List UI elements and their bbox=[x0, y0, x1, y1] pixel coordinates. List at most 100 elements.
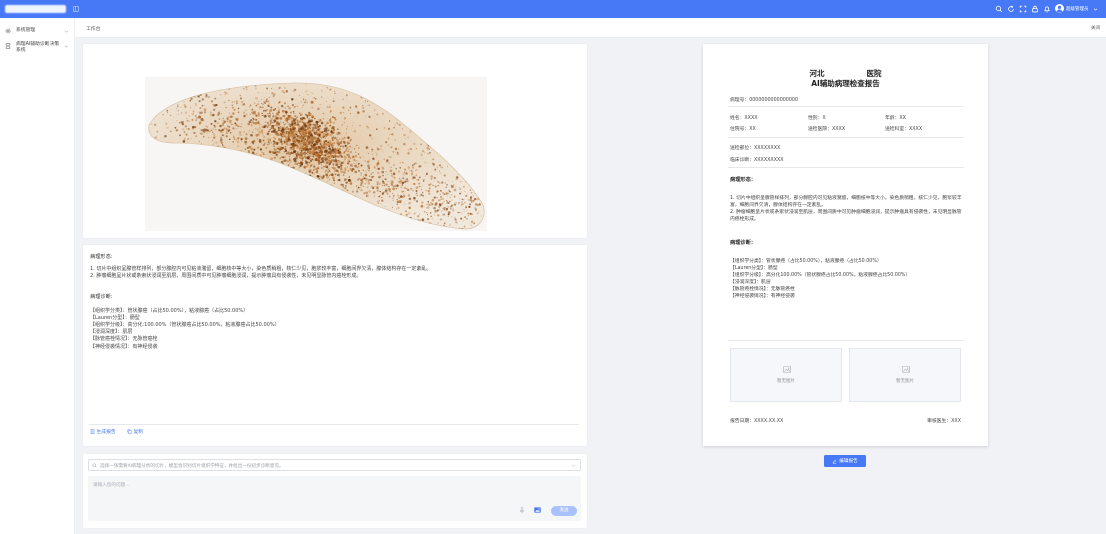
stain-dot bbox=[222, 117, 224, 120]
stain-dot bbox=[404, 138, 406, 140]
stain-dot bbox=[284, 149, 288, 153]
stain-dot bbox=[202, 135, 205, 138]
refresh-icon[interactable] bbox=[1007, 5, 1015, 13]
stain-dot bbox=[443, 206, 446, 209]
stain-dot bbox=[300, 161, 304, 165]
tab-workbench[interactable]: 工作台 bbox=[86, 25, 100, 32]
stain-dot bbox=[280, 129, 283, 133]
stain-dot bbox=[342, 162, 345, 164]
stain-dot bbox=[388, 120, 391, 122]
stain-dot bbox=[267, 137, 269, 139]
bell-icon[interactable] bbox=[1043, 5, 1051, 13]
stain-dot bbox=[280, 121, 282, 123]
stain-dot bbox=[224, 93, 226, 95]
close-tabs-button[interactable]: 关闭 bbox=[1091, 25, 1100, 31]
stain-dot bbox=[214, 97, 217, 100]
report-image-slot[interactable]: 暂无图片 bbox=[849, 348, 961, 402]
generate-report-button[interactable]: 生成报告 bbox=[90, 428, 116, 435]
stain-dot bbox=[438, 170, 440, 172]
stain-dot bbox=[283, 142, 285, 145]
stain-dot bbox=[456, 178, 458, 181]
chevron-down-icon[interactable] bbox=[1093, 7, 1098, 12]
stain-dot bbox=[357, 147, 360, 149]
sidebar-item-pathology-ai[interactable]: 病理AI辅助诊断决策系统 bbox=[0, 40, 74, 60]
stain-dot bbox=[263, 97, 265, 99]
report-image-slot[interactable]: 暂无图片 bbox=[730, 348, 842, 402]
stain-dot bbox=[265, 110, 267, 111]
stain-dot bbox=[395, 170, 397, 172]
diagnosis-line: 【组织学分类】：管状腺癌（占比50.00%），粘液腺癌（占比50.00%） bbox=[90, 307, 249, 314]
stain-dot bbox=[418, 182, 421, 185]
image-placeholder-icon bbox=[783, 366, 791, 373]
stain-dot bbox=[288, 107, 291, 110]
stain-dot bbox=[252, 131, 254, 134]
stain-dot bbox=[218, 129, 221, 132]
stain-dot bbox=[311, 92, 314, 95]
stain-dot bbox=[362, 156, 364, 158]
stain-dot bbox=[399, 161, 402, 164]
stain-dot bbox=[285, 148, 287, 150]
stain-dot bbox=[460, 217, 463, 220]
edit-report-button[interactable]: 编辑报告 bbox=[824, 455, 866, 467]
stain-dot bbox=[357, 111, 360, 115]
stain-dot bbox=[254, 87, 257, 90]
stain-dot bbox=[286, 126, 289, 128]
send-button[interactable]: 发送 bbox=[551, 506, 577, 516]
stain-dot bbox=[397, 180, 401, 183]
stain-dot bbox=[337, 144, 340, 147]
username[interactable]: 超级管理员 bbox=[1066, 6, 1089, 12]
stain-dot bbox=[319, 103, 321, 105]
stain-dot bbox=[334, 155, 337, 158]
slide-select-input[interactable]: 选择一张需要AI病理分析的切片，模型会识别切片组织学特征，并给出一份初步诊断意见… bbox=[88, 459, 581, 471]
stain-dot bbox=[367, 182, 371, 185]
stain-dot bbox=[383, 158, 386, 161]
stain-dot bbox=[427, 162, 429, 164]
chevron-down-icon[interactable] bbox=[571, 463, 576, 468]
stain-dot bbox=[426, 214, 428, 216]
stain-dot bbox=[225, 135, 228, 138]
fullscreen-icon[interactable] bbox=[1019, 5, 1027, 13]
stain-dot bbox=[389, 167, 391, 169]
stain-dot bbox=[356, 160, 358, 162]
stain-dot bbox=[261, 102, 263, 105]
stain-dot bbox=[210, 100, 214, 103]
stain-dot bbox=[391, 181, 394, 184]
stain-dot bbox=[398, 123, 401, 126]
pathology-slide-image[interactable] bbox=[145, 77, 487, 231]
stain-dot bbox=[294, 162, 297, 166]
stain-dot bbox=[413, 212, 416, 215]
microphone-icon[interactable] bbox=[519, 507, 525, 514]
search-icon[interactable] bbox=[995, 5, 1003, 13]
stain-dot bbox=[181, 122, 184, 126]
stain-dot bbox=[293, 123, 295, 126]
divider bbox=[728, 137, 964, 138]
stain-dot bbox=[305, 161, 308, 164]
avatar[interactable] bbox=[1055, 4, 1064, 13]
lock-icon[interactable] bbox=[1031, 5, 1039, 13]
image-upload-icon[interactable] bbox=[534, 507, 541, 513]
menu-fold-icon[interactable] bbox=[73, 6, 79, 12]
stain-dot bbox=[367, 180, 370, 183]
stain-dot bbox=[430, 178, 433, 180]
stain-dot bbox=[423, 210, 426, 213]
stain-dot bbox=[326, 121, 329, 125]
stain-dot bbox=[376, 162, 380, 165]
stain-dot bbox=[324, 142, 326, 145]
stain-dot bbox=[344, 184, 348, 187]
stain-dot bbox=[299, 156, 302, 159]
question-input[interactable]: 请输入您的问题... 发送 bbox=[88, 476, 581, 521]
stain-dot bbox=[305, 165, 308, 168]
stain-dot bbox=[319, 136, 321, 138]
app-logo[interactable] bbox=[5, 5, 66, 13]
stain-dot bbox=[413, 182, 416, 186]
sidebar-item-system-management[interactable]: 系统管理 bbox=[0, 25, 74, 37]
stain-dot bbox=[377, 167, 381, 171]
stain-dot bbox=[231, 104, 233, 106]
copy-button[interactable]: 复制 bbox=[127, 428, 143, 435]
stain-dot bbox=[346, 178, 348, 180]
stain-dot bbox=[187, 137, 190, 141]
stain-dot bbox=[278, 87, 281, 90]
stain-dot bbox=[245, 133, 248, 136]
stain-dot bbox=[189, 107, 192, 109]
stain-dot bbox=[239, 97, 243, 100]
